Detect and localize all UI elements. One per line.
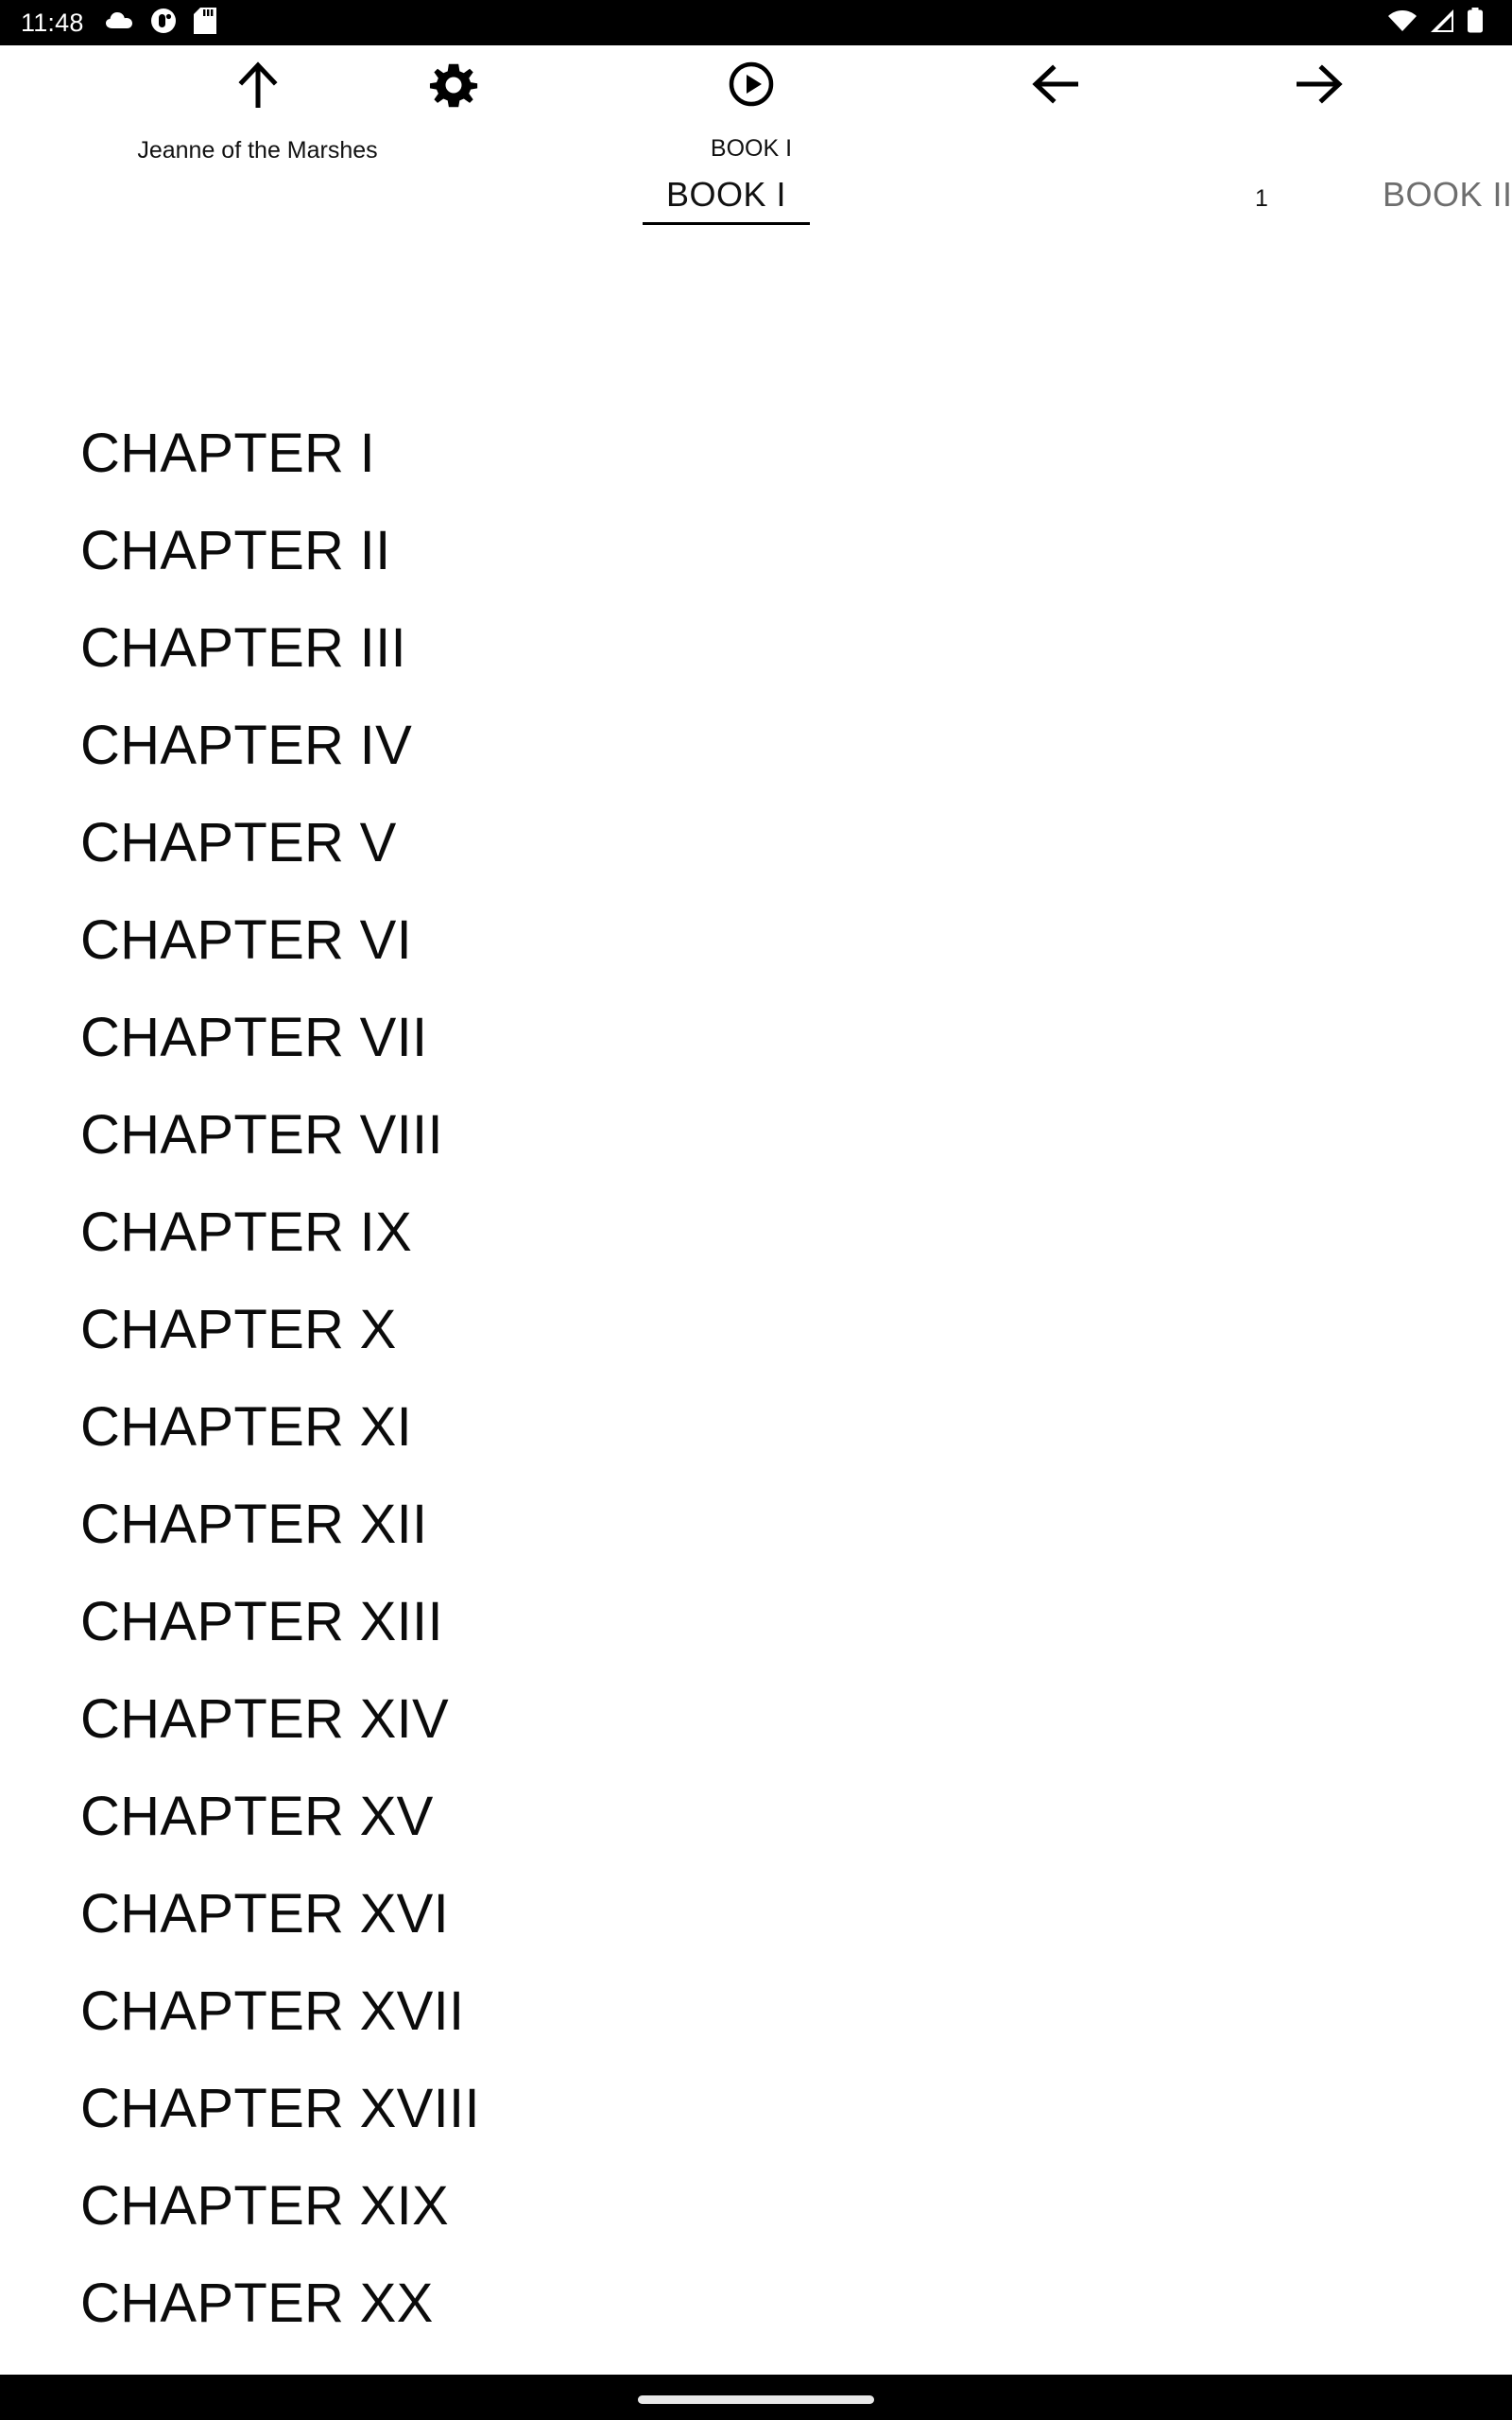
status-bar: 11:48 bbox=[0, 0, 1512, 45]
chapter-list-item[interactable]: CHAPTER XII bbox=[0, 1476, 1512, 1573]
chapter-list-item[interactable]: CHAPTER III bbox=[0, 599, 1512, 697]
chapter-list-item[interactable]: CHAPTER XI bbox=[0, 1378, 1512, 1476]
chapter-list-item[interactable]: CHAPTER XIV bbox=[0, 1670, 1512, 1768]
chapter-list-item[interactable]: CHAPTER XVII bbox=[0, 1962, 1512, 2060]
gear-icon bbox=[429, 60, 478, 114]
book-title-label: Jeanne of the Marshes bbox=[137, 137, 378, 164]
chapter-list-item[interactable]: CHAPTER IX bbox=[0, 1184, 1512, 1281]
chapter-list-item[interactable]: CHAPTER VII bbox=[0, 989, 1512, 1086]
battery-icon bbox=[1467, 7, 1484, 39]
chapter-list-item[interactable]: CHAPTER X bbox=[0, 1281, 1512, 1378]
arrow-up-icon bbox=[236, 60, 280, 114]
chapter-list-item[interactable]: CHAPTER XIX bbox=[0, 2157, 1512, 2255]
system-navigation-bar bbox=[0, 2375, 1512, 2420]
chapter-list-inner: CHAPTER I CHAPTER II CHAPTER III CHAPTER IV… bbox=[0, 225, 1512, 2375]
chapter-list-item[interactable]: CHAPTER II bbox=[0, 502, 1512, 599]
sd-card-icon bbox=[193, 7, 216, 39]
chapter-list-item[interactable]: CHAPTER XX bbox=[0, 2255, 1512, 2352]
arrow-right-icon bbox=[1292, 60, 1345, 112]
cellular-signal-icon bbox=[1429, 9, 1455, 38]
chapter-list-item[interactable]: CHAPTER VI bbox=[0, 891, 1512, 989]
cloud-icon bbox=[105, 9, 133, 37]
chapter-list-item[interactable]: CHAPTER XIII bbox=[0, 1573, 1512, 1670]
status-bar-left-icons bbox=[105, 7, 216, 39]
tab-book-ii[interactable]: BOOK II bbox=[1383, 175, 1512, 224]
chapter-list-item[interactable]: CHAPTER XV bbox=[0, 1768, 1512, 1865]
arrow-left-icon bbox=[1030, 60, 1083, 112]
chapter-list-item[interactable]: CHAPTER XVI bbox=[0, 1865, 1512, 1962]
book-tab-strip[interactable]: BOOK I BOOK II bbox=[0, 175, 1512, 225]
chapter-list-item[interactable]: CHAPTER XXI bbox=[0, 2352, 1512, 2375]
chapter-list-item[interactable]: CHAPTER I bbox=[0, 405, 1512, 502]
status-bar-clock: 11:48 bbox=[21, 8, 84, 37]
next-button[interactable] bbox=[1186, 60, 1451, 112]
chapter-list-item[interactable]: CHAPTER VIII bbox=[0, 1086, 1512, 1184]
play-book-button[interactable]: BOOK I bbox=[662, 60, 841, 161]
previous-button[interactable] bbox=[1000, 60, 1113, 112]
chapter-list-item[interactable]: CHAPTER XVIII bbox=[0, 2060, 1512, 2157]
chapter-list[interactable]: CHAPTER I CHAPTER II CHAPTER III CHAPTER IV… bbox=[0, 225, 1512, 2375]
current-book-label: BOOK I bbox=[710, 135, 793, 162]
settings-button[interactable] bbox=[397, 60, 510, 114]
chapter-list-item[interactable]: CHAPTER IV bbox=[0, 697, 1512, 794]
notification-badge-icon bbox=[150, 8, 177, 39]
wifi-icon bbox=[1387, 9, 1418, 38]
tab-book-i[interactable]: BOOK I bbox=[643, 175, 811, 225]
status-bar-right-icons bbox=[1387, 7, 1491, 39]
home-indicator[interactable] bbox=[638, 2395, 874, 2404]
chapter-list-item[interactable]: CHAPTER V bbox=[0, 794, 1512, 891]
play-circle-icon bbox=[728, 60, 775, 112]
